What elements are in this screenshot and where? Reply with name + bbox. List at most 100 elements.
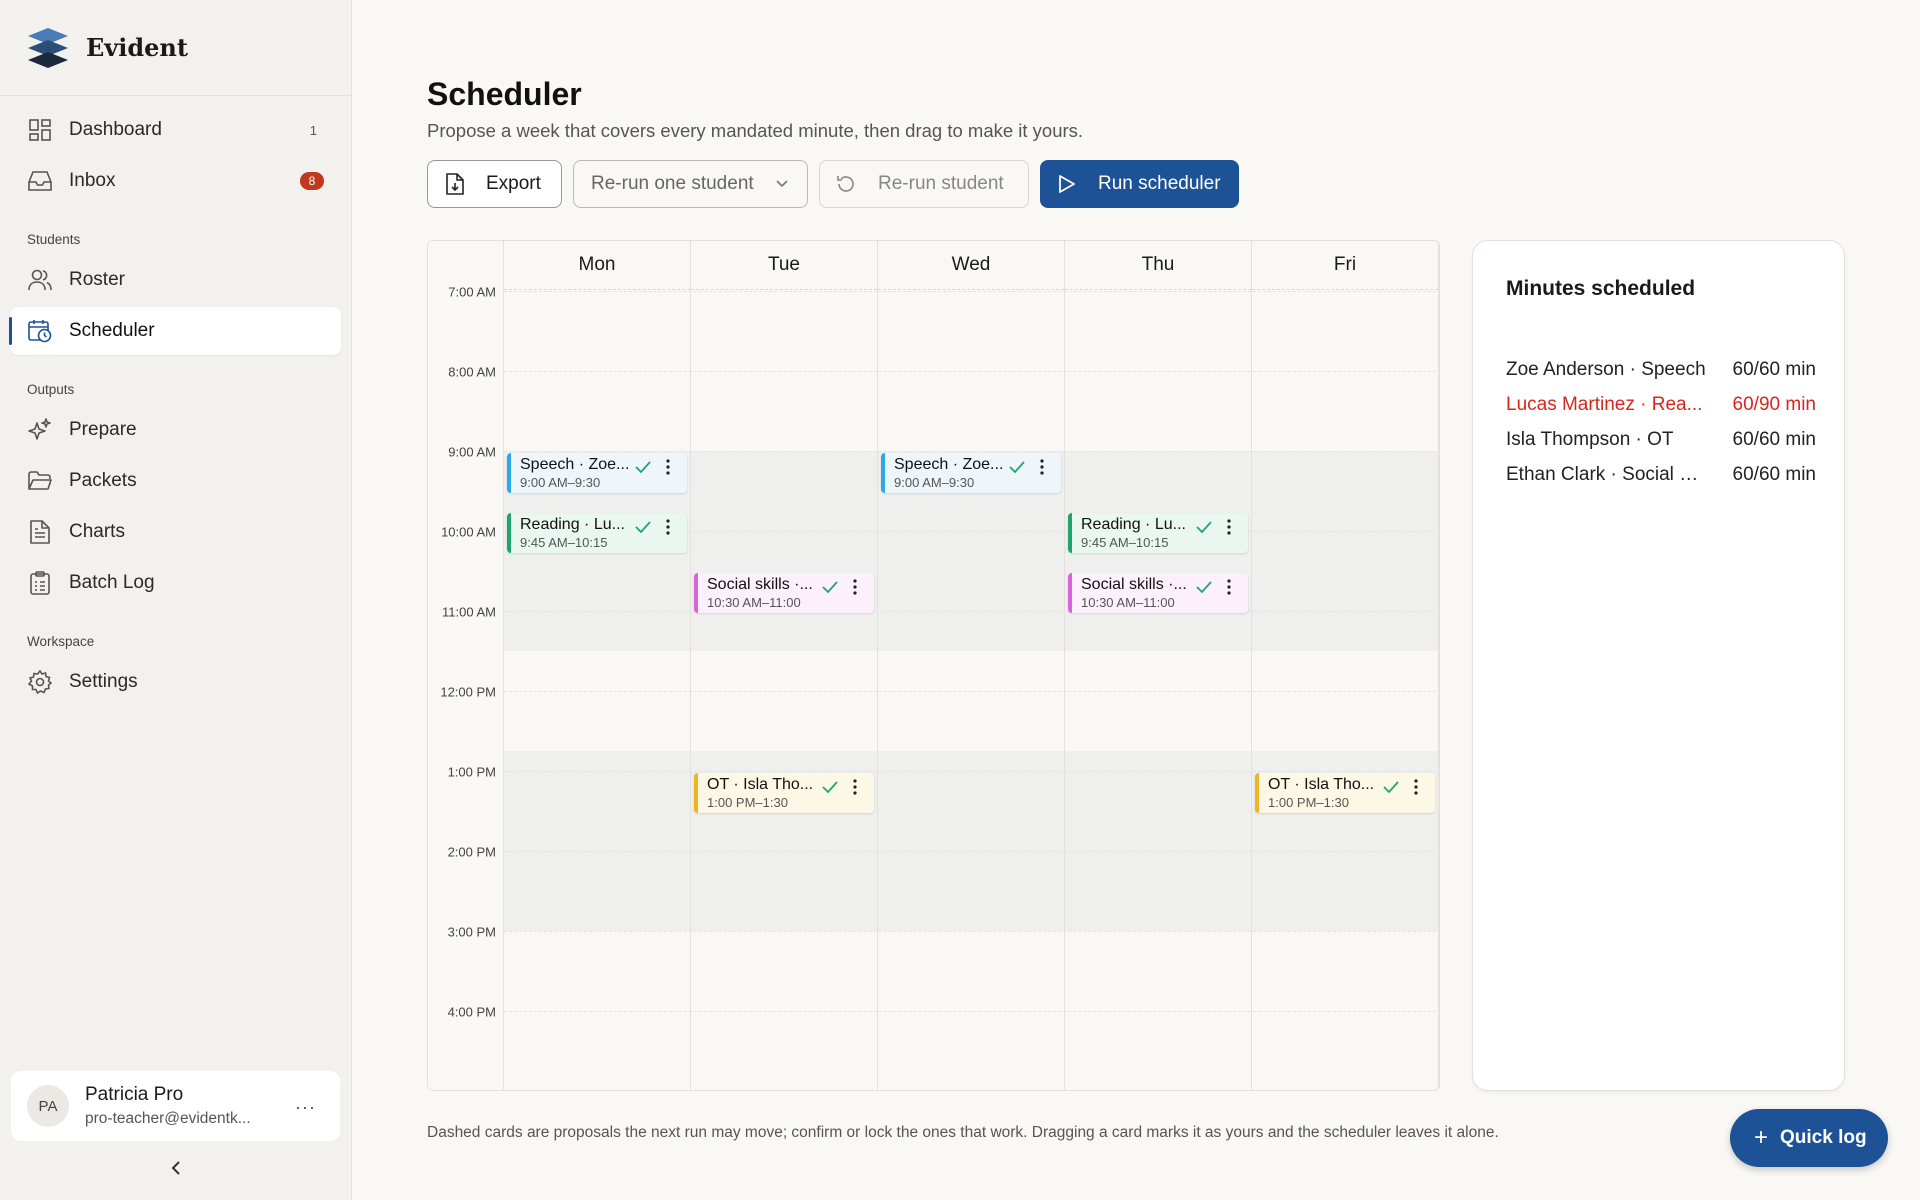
page-title: Scheduler <box>427 76 582 112</box>
section-label-outputs: Outputs <box>27 382 75 397</box>
user-card[interactable]: PA Patricia Pro pro-teacher@evidentk... … <box>11 1071 340 1141</box>
footnote: Dashed cards are proposals the next run … <box>427 1124 1499 1141</box>
clipboard-icon <box>27 570 53 596</box>
sidebar-item-prepare[interactable]: Prepare <box>10 406 341 454</box>
minutes-row[interactable]: Lucas Martinez · Rea... 60/90 min <box>1506 394 1816 429</box>
user-info: Patricia Pro pro-teacher@evidentk... <box>85 1084 251 1128</box>
more-options-icon[interactable]: ··· <box>295 1097 316 1118</box>
sidebar-item-batch-log[interactable]: Batch Log <box>10 559 341 607</box>
check-icon[interactable] <box>1009 460 1025 474</box>
minutes-list: Zoe Anderson · Speech 60/60 min Lucas Ma… <box>1506 359 1816 499</box>
sidebar-item-scheduler[interactable]: Scheduler <box>9 307 341 355</box>
check-icon[interactable] <box>635 460 651 474</box>
minutes-value: 60/60 min <box>1732 429 1816 450</box>
rerun-student-select[interactable]: Re-run one student <box>573 160 808 208</box>
rotate-ccw-icon <box>837 176 854 192</box>
section-label-workspace: Workspace <box>27 634 95 649</box>
session-menu-icon[interactable] <box>852 778 858 796</box>
document-icon <box>27 519 53 545</box>
session-title: Social skills ·... <box>707 576 813 593</box>
session-card[interactable]: Reading · Lu... 9:45 AM–10:15 <box>507 513 687 553</box>
evident-logo-icon <box>28 27 68 68</box>
session-card[interactable]: Social skills ·... 10:30 AM–11:00 <box>694 573 874 613</box>
time-label: 4:00 PM <box>447 1004 496 1020</box>
time-column: 7:00 AM 8:00 AM 9:00 AM 10:00 AM 11:00 AM 12:… <box>428 241 504 1090</box>
session-menu-icon[interactable] <box>665 458 671 476</box>
day-column-wed[interactable]: Wed Speech · Zoe... 9:00 AM–9:30 <box>878 241 1065 1090</box>
minutes-row[interactable]: Ethan Clark · Social sk... 60/60 min <box>1506 464 1816 499</box>
user-email: pro-teacher@evidentk... <box>85 1110 251 1127</box>
run-scheduler-label: Run scheduler <box>1098 173 1221 194</box>
session-menu-icon[interactable] <box>852 578 858 596</box>
rerun-select-label: Re-run one student <box>591 173 754 194</box>
minutes-title: Minutes scheduled <box>1506 277 1696 300</box>
session-time: 1:00 PM–1:30 <box>707 795 788 810</box>
file-download-icon <box>446 173 464 195</box>
sidebar-item-label: Prepare <box>69 419 137 440</box>
export-label: Export <box>486 173 541 194</box>
session-menu-icon[interactable] <box>1226 518 1232 536</box>
session-card[interactable]: Speech · Zoe... 9:00 AM–9:30 <box>507 453 687 493</box>
toolbar: Export Re-run one student Re-run student… <box>427 160 1239 208</box>
day-header: Mon <box>504 241 690 290</box>
check-icon[interactable] <box>1196 520 1212 534</box>
sidebar-item-label: Dashboard <box>69 119 162 140</box>
minutes-row[interactable]: Isla Thompson · OT 60/60 min <box>1506 429 1816 464</box>
sidebar-item-packets[interactable]: Packets <box>10 457 341 505</box>
session-menu-icon[interactable] <box>1413 778 1419 796</box>
check-icon[interactable] <box>822 580 838 594</box>
session-time: 10:30 AM–11:00 <box>1081 595 1175 610</box>
day-header: Thu <box>1065 241 1251 290</box>
sidebar-nav: Dashboard 1 Inbox 8 Students Roster Sche… <box>0 96 351 706</box>
session-menu-icon[interactable] <box>665 518 671 536</box>
session-menu-icon[interactable] <box>1226 578 1232 596</box>
session-card[interactable]: OT · Isla Tho... 1:00 PM–1:30 <box>1255 773 1435 813</box>
session-card[interactable]: Social skills ·... 10:30 AM–11:00 <box>1068 573 1248 613</box>
collapse-sidebar-icon[interactable] <box>166 1158 186 1178</box>
session-title: Speech · Zoe... <box>894 456 1004 473</box>
brand[interactable]: Evident <box>0 0 351 96</box>
sidebar-item-label: Charts <box>69 521 125 542</box>
sidebar-item-settings[interactable]: Settings <box>10 658 341 706</box>
brand-name: Evident <box>86 33 188 62</box>
check-icon[interactable] <box>1383 780 1399 794</box>
check-icon[interactable] <box>1196 580 1212 594</box>
calendar-clock-icon <box>27 318 53 344</box>
session-time: 9:00 AM–9:30 <box>894 475 975 490</box>
chevron-down-icon <box>776 180 788 188</box>
day-column-fri[interactable]: Fri OT · Isla Tho... 1:00 PM–1:30 <box>1252 241 1439 1090</box>
sidebar: Evident Dashboard 1 Inbox 8 Students Ros… <box>0 0 352 1200</box>
day-header: Tue <box>691 241 877 290</box>
sidebar-item-dashboard[interactable]: Dashboard 1 <box>10 106 341 154</box>
session-card[interactable]: OT · Isla Tho... 1:00 PM–1:30 <box>694 773 874 813</box>
sidebar-item-label: Scheduler <box>69 320 155 341</box>
session-card[interactable]: Speech · Zoe... 9:00 AM–9:30 <box>881 453 1061 493</box>
day-column-thu[interactable]: Thu Reading · Lu... 9:45 AM–10:15 Social s… <box>1065 241 1252 1090</box>
day-header: Fri <box>1252 241 1438 290</box>
sidebar-item-charts[interactable]: Charts <box>10 508 341 556</box>
inbox-icon <box>27 168 53 194</box>
play-icon <box>1059 175 1075 193</box>
rerun-student-button[interactable]: Re-run student <box>819 160 1029 208</box>
session-card[interactable]: Reading · Lu... 9:45 AM–10:15 <box>1068 513 1248 553</box>
sidebar-item-roster[interactable]: Roster <box>10 256 341 304</box>
minutes-value: 60/60 min <box>1732 359 1816 380</box>
session-menu-icon[interactable] <box>1039 458 1045 476</box>
day-column-tue[interactable]: Tue Social skills ·... 10:30 AM–11:00 OT ·… <box>691 241 878 1090</box>
avatar: PA <box>27 1085 69 1127</box>
sparkles-icon <box>27 417 53 443</box>
sidebar-item-label: Inbox <box>69 170 116 191</box>
users-icon <box>27 267 53 293</box>
day-column-mon[interactable]: Mon Speech · Zoe... 9:00 AM–9:30 Reading ·… <box>504 241 691 1090</box>
check-icon[interactable] <box>635 520 651 534</box>
time-label: 11:00 AM <box>442 604 496 620</box>
day-header: Wed <box>878 241 1064 290</box>
quick-log-button[interactable]: + Quick log <box>1730 1109 1888 1167</box>
session-title: OT · Isla Tho... <box>707 776 814 793</box>
week-calendar: 7:00 AM 8:00 AM 9:00 AM 10:00 AM 11:00 AM 12:… <box>427 240 1440 1091</box>
sidebar-item-inbox[interactable]: Inbox 8 <box>10 157 341 205</box>
export-button[interactable]: Export <box>427 160 562 208</box>
check-icon[interactable] <box>822 780 838 794</box>
run-scheduler-button[interactable]: Run scheduler <box>1040 160 1239 208</box>
minutes-row[interactable]: Zoe Anderson · Speech 60/60 min <box>1506 359 1816 394</box>
